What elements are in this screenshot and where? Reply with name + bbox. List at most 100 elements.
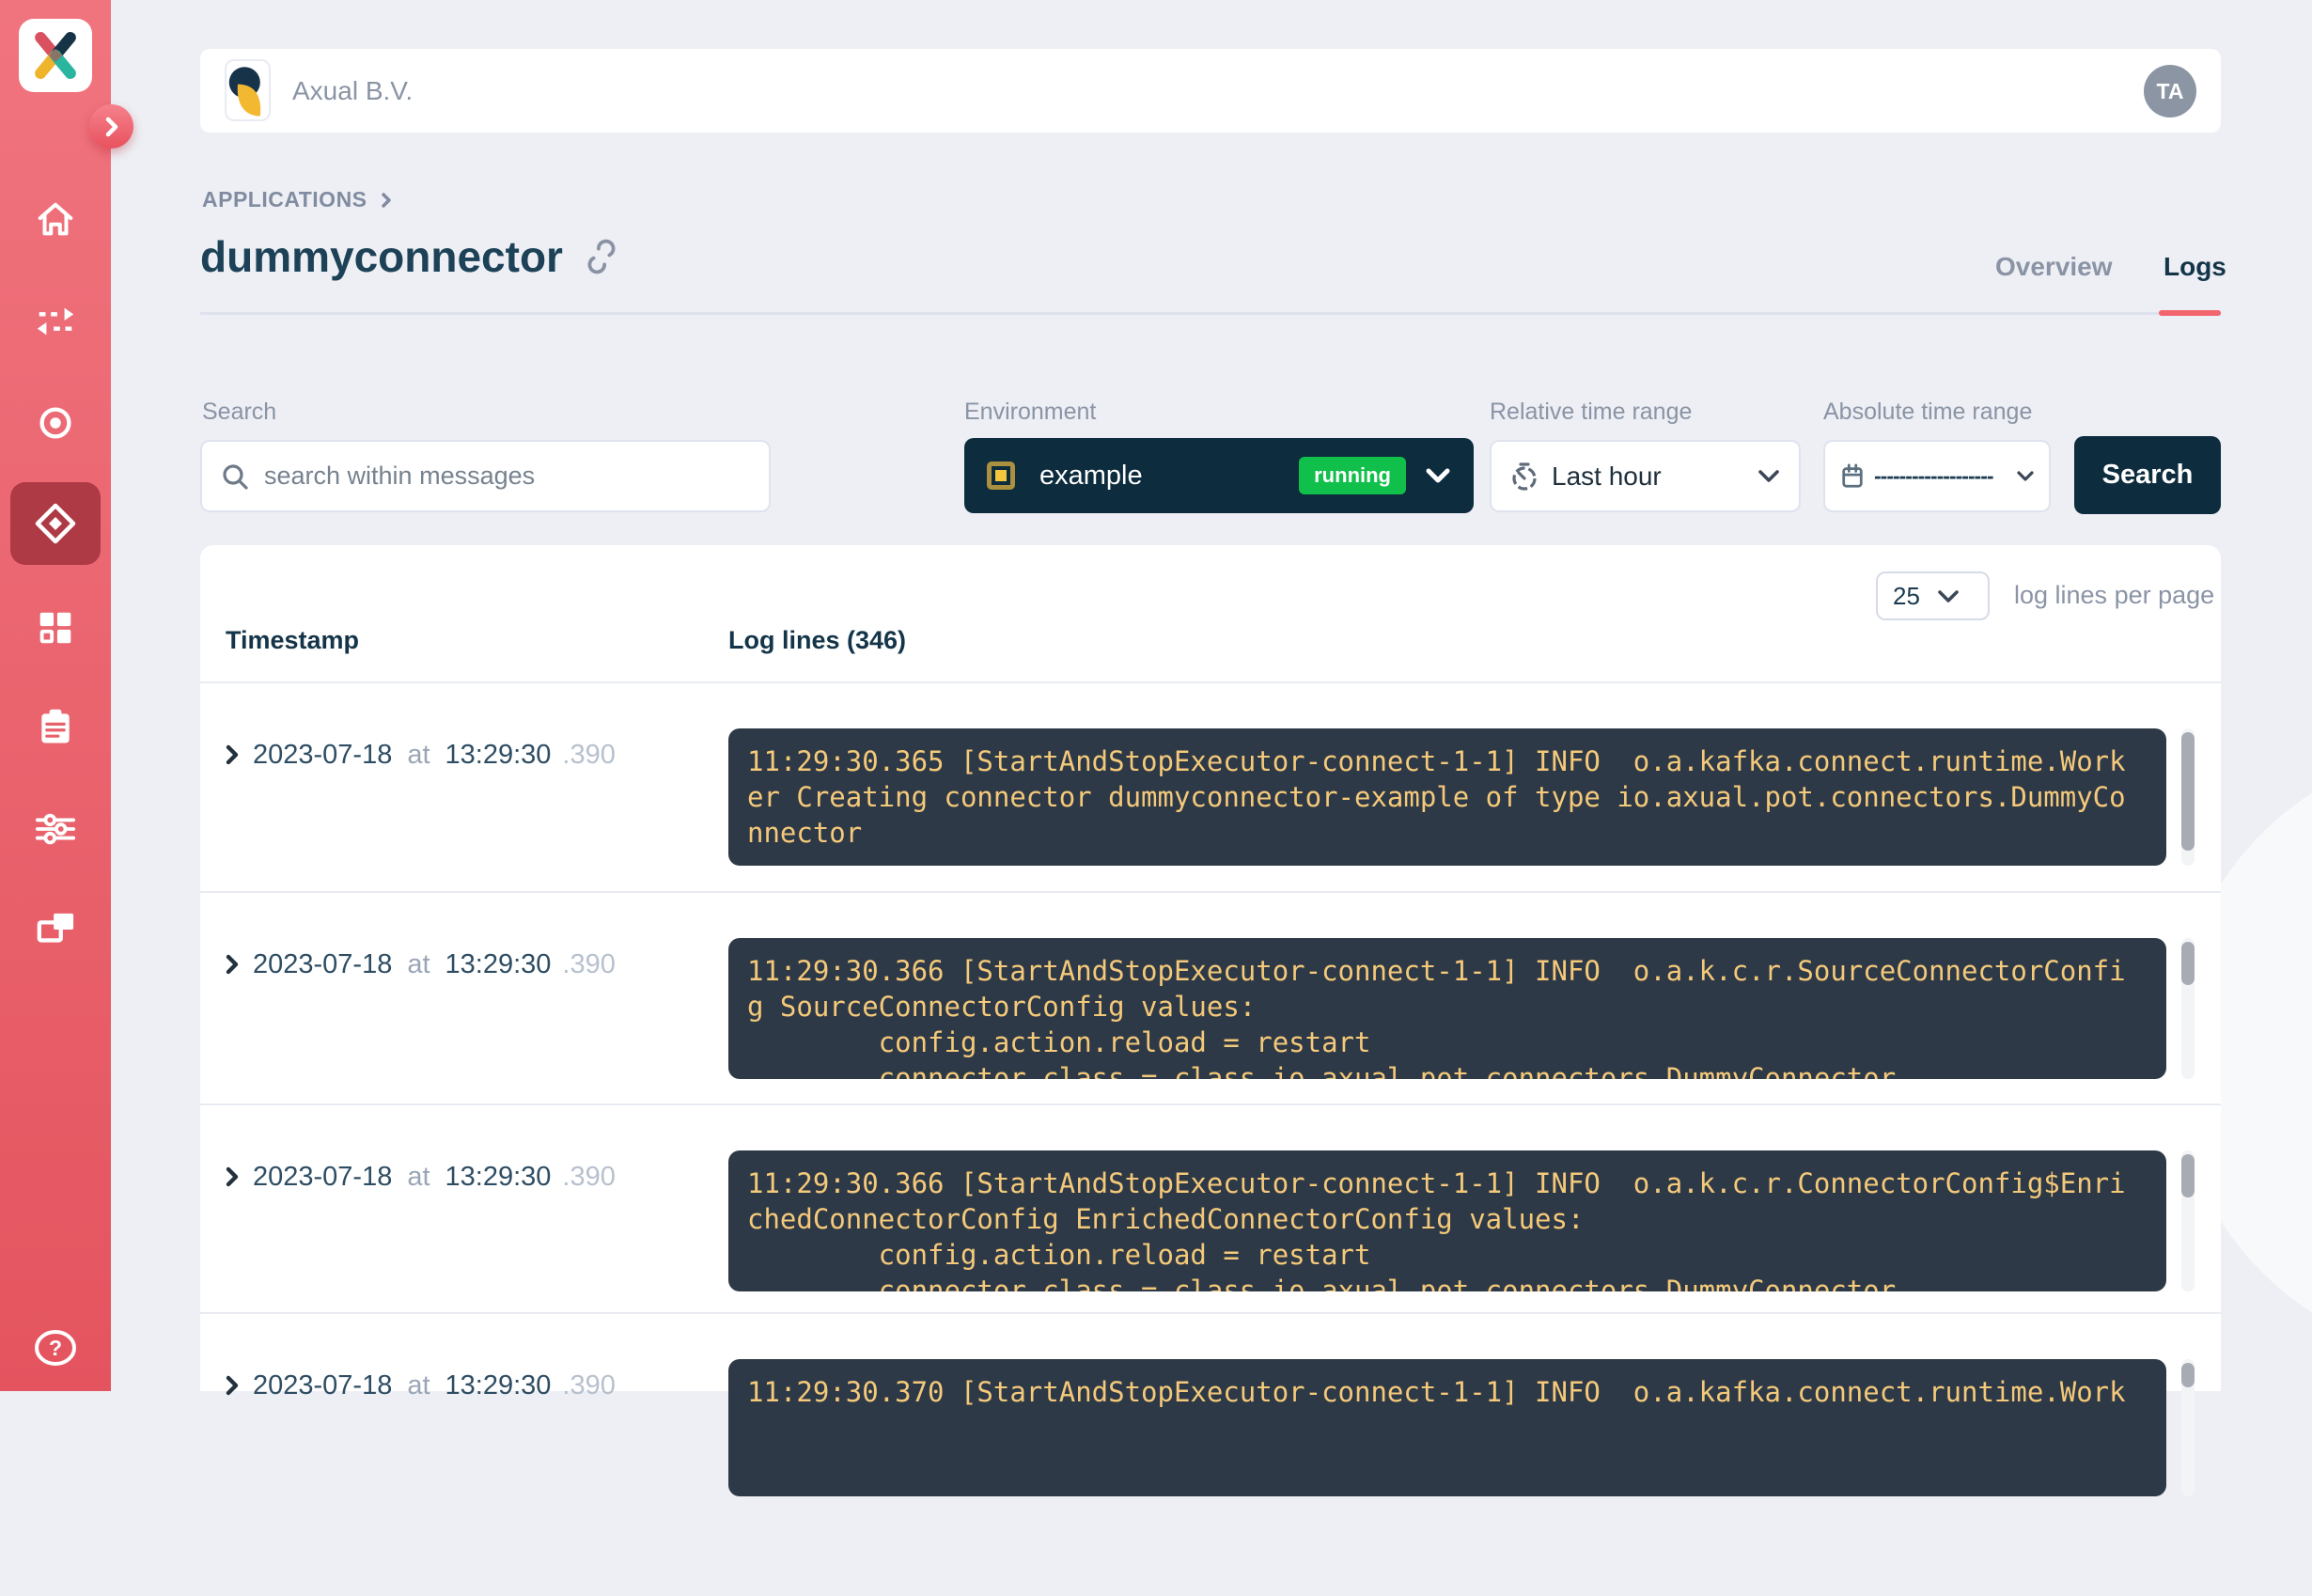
link-icon[interactable] [582,237,621,276]
per-page-select[interactable]: 25 [1876,571,1990,620]
expand-row-icon[interactable] [226,1166,240,1187]
search-input[interactable] [262,461,750,492]
log-date: 2023-07-18 [253,740,392,771]
data-flows-icon [34,300,77,343]
breadcrumb-chevron-icon [381,192,392,209]
log-message-container: 11:29:30.366 [StartAndStopExecutor-conne… [728,938,2166,1079]
help-icon: ? [32,1324,79,1371]
sidebar-item-instances[interactable] [0,889,111,970]
search-field[interactable] [200,440,771,512]
environment-value: example [1039,461,1299,492]
search-icon [221,462,249,491]
log-time: 13:29:30 [445,1162,552,1193]
log-table-row: 2023-07-18 at 13:29:30 .390 11:29:30.366 … [200,893,2221,1105]
code-scrollbar-thumb[interactable] [2181,1154,2195,1197]
timer-icon [1510,462,1539,492]
svg-text:?: ? [49,1336,62,1360]
log-date: 2023-07-18 [253,1370,392,1401]
axual-x-logo[interactable] [19,19,92,92]
sidebar-item-browse[interactable] [0,587,111,668]
home-icon [34,198,77,242]
log-message-container: 11:29:30.366 [StartAndStopExecutor-conne… [728,1150,2166,1291]
clipboard-icon [35,706,76,749]
environment-icon [987,462,1015,490]
code-scrollbar-thumb[interactable] [2181,732,2195,851]
search-button[interactable]: Search [2074,436,2221,514]
instances-icon [34,910,77,949]
log-timestamp: 2023-07-18 at 13:29:30.390 [226,736,616,774]
relative-range-value: Last hour [1552,462,1744,492]
log-timestamp: 2023-07-18 at 13:29:30 .390 [226,946,616,983]
log-message-container: 11:29:30.365 [StartAndStopExecutor-conne… [728,728,2166,866]
log-timestamp: 2023-07-18 at 13:29:30.390 [226,1158,616,1196]
sidebar-item-applications[interactable] [10,482,101,565]
log-table-card: 25 log lines per page Timestamp Log line… [200,545,2221,1391]
code-scrollbar-thumb[interactable] [2181,942,2195,985]
sidebar-item-home[interactable] [0,180,111,260]
expand-row-icon[interactable] [226,744,240,765]
code-scrollbar[interactable] [2181,1359,2195,1496]
per-page-suffix: log lines per page [2014,581,2214,610]
log-millis: .390 [562,740,615,771]
log-millis: .390 [562,949,615,980]
org-logo-icon [227,61,269,119]
chevron-down-icon [1937,588,1960,604]
tabs-divider [200,312,2221,315]
sidebar-item-topics[interactable] [0,383,111,463]
environment-label: Environment [964,399,1096,426]
absolute-range-label: Absolute time range [1823,399,2032,426]
active-tab-indicator [2159,310,2221,316]
chevron-down-icon [2017,470,2034,482]
search-label: Search [202,399,276,426]
log-at-word: at [407,1370,430,1401]
log-millis: .390 [562,1162,615,1193]
status-badge: running [1299,457,1406,494]
sidebar-expand-button[interactable] [89,104,133,149]
log-at-word: at [407,949,430,980]
chevron-right-icon [104,117,119,137]
chevron-down-icon [1425,466,1451,485]
page-title: dummyconnector [200,231,563,282]
relative-range-select[interactable]: Last hour [1490,440,1801,512]
sidebar-item-tasks[interactable] [0,687,111,768]
top-header-card: Axual B.V. TA [200,49,2221,133]
expand-row-icon[interactable] [226,1375,240,1396]
topics-icon [34,401,77,445]
log-message[interactable]: 11:29:30.366 [StartAndStopExecutor-conne… [728,1150,2166,1291]
environment-select[interactable]: example running [964,438,1474,513]
sidebar-item-settings[interactable] [0,789,111,869]
log-message[interactable]: 11:29:30.365 [StartAndStopExecutor-conne… [728,728,2166,866]
sidebar-item-data-flows[interactable] [0,281,111,362]
breadcrumb[interactable]: APPLICATIONS [202,187,392,212]
log-time: 13:29:30 [445,949,552,980]
sidebar-item-help[interactable]: ? [0,1307,111,1388]
log-message[interactable]: 11:29:30.370 [StartAndStopExecutor-conne… [728,1359,2166,1496]
chevron-down-icon [1757,468,1780,484]
org-name: Axual B.V. [292,49,413,133]
tab-overview[interactable]: Overview [1995,252,2113,282]
per-page-value: 25 [1893,582,1920,611]
relative-range-label: Relative time range [1490,399,1692,426]
column-header-timestamp: Timestamp [226,626,359,655]
log-date: 2023-07-18 [253,949,392,980]
absolute-range-select[interactable]: ------------------- [1823,440,2051,512]
user-avatar[interactable]: TA [2144,65,2196,117]
log-rows: 2023-07-18 at 13:29:30 .390 11:29:30.365 … [200,683,2221,1596]
code-scrollbar-thumb[interactable] [2181,1363,2195,1387]
log-message-container: 11:29:30.370 [StartAndStopExecutor-conne… [728,1359,2166,1496]
sliders-icon [33,807,78,851]
log-millis: .390 [562,1370,615,1401]
log-at-word: at [407,740,430,771]
code-scrollbar[interactable] [2181,728,2195,866]
tab-logs[interactable]: Logs [2164,252,2226,282]
sidebar: ? [0,0,111,1391]
breadcrumb-applications[interactable]: APPLICATIONS [202,187,367,212]
expand-row-icon[interactable] [226,954,240,975]
code-scrollbar[interactable] [2181,1150,2195,1291]
org-logo[interactable] [225,59,271,121]
log-date: 2023-07-18 [253,1162,392,1193]
log-message[interactable]: 11:29:30.366 [StartAndStopExecutor-conne… [728,938,2166,1079]
calendar-icon [1840,463,1865,490]
applications-icon [33,501,78,546]
code-scrollbar[interactable] [2181,938,2195,1079]
